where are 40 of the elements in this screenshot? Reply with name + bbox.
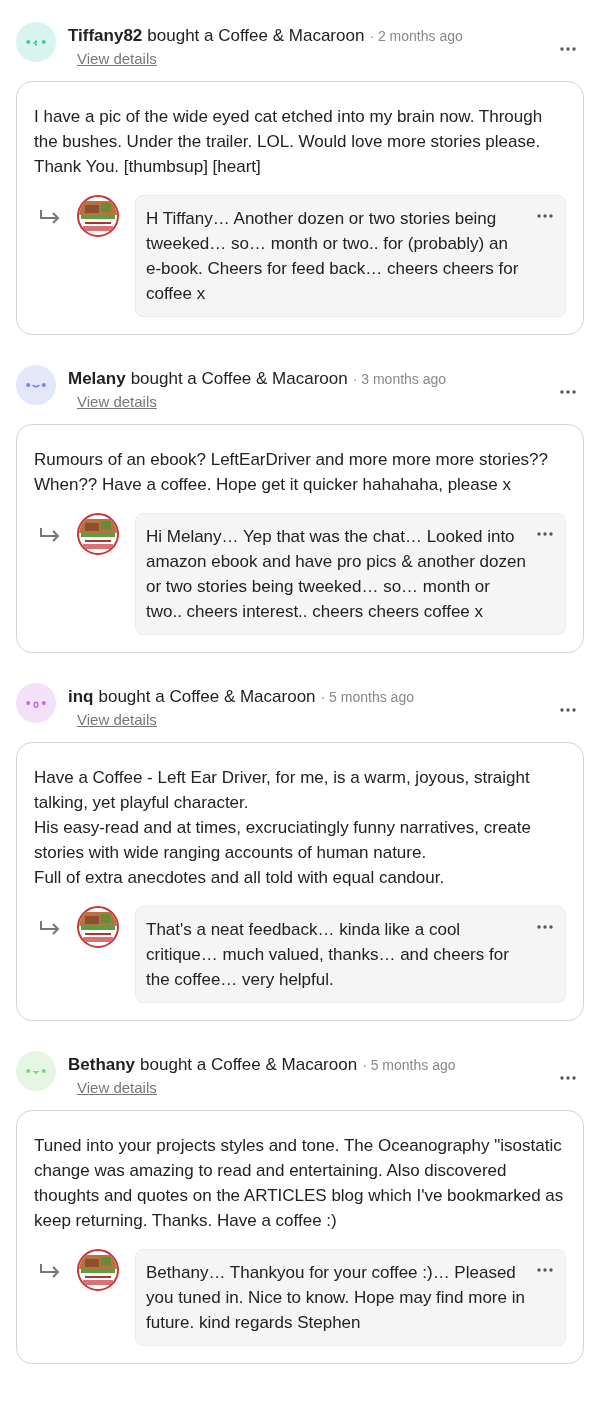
- avatar-icon: [16, 365, 56, 405]
- purchase-text: bought a Coffee & Macaroon: [98, 686, 316, 708]
- reply-arrow-icon: [39, 209, 61, 225]
- purchase-text: bought a Coffee & Macaroon: [130, 368, 348, 390]
- view-details-link[interactable]: View details: [77, 393, 157, 410]
- purchase-text: bought a Coffee & Macaroon: [140, 1054, 358, 1076]
- reply-arrow-icon: [39, 920, 61, 936]
- more-icon[interactable]: [560, 708, 576, 712]
- avatar-icon: [16, 683, 56, 723]
- more-icon[interactable]: [537, 925, 553, 929]
- view-details-link[interactable]: View details: [77, 711, 157, 728]
- reply-text: H Tiffany… Another dozen or two stories being tweeked… so… month or two.. for (probably) an e-book. Cheers for feed back… cheers cheers for coffee x: [146, 208, 520, 305]
- more-icon[interactable]: [537, 1268, 553, 1272]
- supporter-name: Tiffany82: [68, 25, 143, 47]
- time-ago: · 3 months ago: [352, 370, 447, 389]
- reply-text: Hi Melany… Yep that was the chat… Looked into amazon ebook and have pro pics & another dozen or two stories being tweeked… so… month or two.. cheers interest.. cheers cheers coffee x: [146, 526, 527, 623]
- time-ago: · 5 months ago: [320, 688, 414, 707]
- more-icon[interactable]: [537, 214, 553, 218]
- avatar-icon: [16, 1051, 56, 1091]
- more-icon[interactable]: [537, 532, 553, 536]
- reply-text: That's a neat feedback… kinda like a cool critique… much valued, thanks… and cheers for the coffee… very helpful.: [146, 919, 510, 991]
- time-ago: · 5 months ago: [362, 1056, 456, 1075]
- message-text: Have a Coffee - Left Ear Driver, for me, is a warm, joyous, straight talking, yet playful character. His easy-read and at times, excruciatingly funny narratives, create stories with wide ranging accounts of human nature. Full of extra anecdotes and all told with equal candour.: [34, 767, 532, 889]
- reply-arrow-icon: [39, 527, 61, 543]
- more-icon[interactable]: [560, 1076, 576, 1080]
- more-icon[interactable]: [560, 390, 576, 394]
- view-details-link[interactable]: View details: [77, 1079, 157, 1096]
- message-text: I have a pic of the wide eyed cat etched into my brain now. Through the bushes. Under the trailer. LOL. Would love more stories please. Thank You. [thumbsup] [heart]: [34, 106, 544, 178]
- supporter-name: Melany: [68, 368, 126, 390]
- message-text: Tuned into your projects styles and tone. The Oceanography "isostatic change was amazing to read and entertaining. Also discovered thoughts and quotes on the ARTICLES blog which I've bookmarked as keep returning. Thanks. Have a coffee :): [34, 1135, 565, 1232]
- purchase-text: bought a Coffee & Macaroon: [147, 25, 365, 47]
- avatar-icon: [16, 22, 56, 62]
- supporter-name: inq: [68, 686, 94, 708]
- reply-arrow-icon: [39, 1263, 61, 1279]
- time-ago: · 2 months ago: [369, 27, 463, 46]
- message-text: Rumours of an ebook? LeftEarDriver and more more more stories?? When?? Have a coffee. Hope get it quicker hahahaha, please x: [34, 449, 549, 496]
- more-icon[interactable]: [560, 47, 576, 51]
- view-details-link[interactable]: View details: [77, 50, 157, 67]
- supporter-name: Bethany: [68, 1054, 136, 1076]
- reply-text: Bethany… Thankyou for your coffee :)… Pleased you tuned in. Nice to know. Hope may find more in future. kind regards Stephen: [146, 1262, 526, 1334]
